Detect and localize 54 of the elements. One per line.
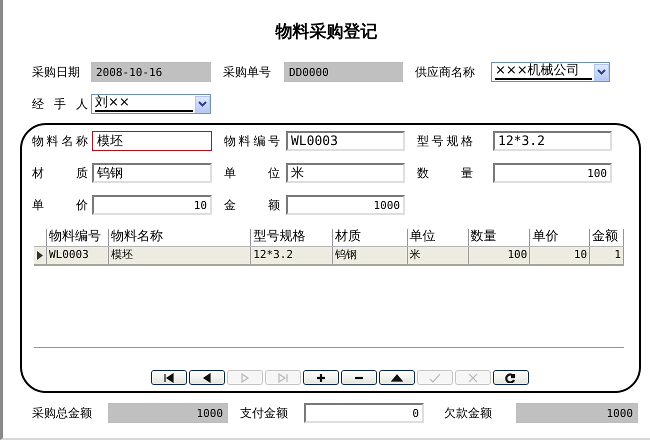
table-cell: 10	[530, 247, 590, 264]
table-cell: 模坯	[108, 247, 252, 264]
table-cell: 12*3.2	[251, 247, 333, 264]
amount-field[interactable]: 1000	[516, 403, 638, 423]
table-cell: WL0003	[46, 247, 109, 264]
next-icon	[239, 372, 251, 382]
refresh-icon	[505, 372, 517, 382]
table-cell: 1	[590, 247, 624, 264]
window-title: 物料采购登记	[274, 21, 378, 42]
field-label: 欠款金额	[444, 404, 493, 422]
text-field[interactable]: 1000	[286, 195, 405, 215]
text-field[interactable]: WL0003	[286, 131, 405, 151]
field-label: 单位	[224, 164, 280, 182]
text-field[interactable]: 100	[493, 163, 612, 183]
field-label: 金额	[224, 196, 280, 214]
insert-icon	[315, 372, 327, 382]
text-field[interactable]: 钨钢	[92, 163, 212, 183]
delete-button[interactable]	[341, 370, 377, 385]
supplier-select[interactable]: ×××机械公司	[491, 62, 610, 82]
last-icon	[277, 372, 289, 382]
field-label: 采购单号	[223, 64, 272, 80]
table-cell: 100	[468, 247, 530, 264]
text-field[interactable]: 2008-10-16	[91, 62, 211, 82]
field-label: 数量	[417, 164, 473, 182]
field-label: 单价	[32, 196, 88, 214]
text-field[interactable]: 模坯	[92, 131, 212, 151]
amount-field[interactable]: 1000	[108, 403, 228, 423]
field-label: 物料名称	[32, 132, 88, 150]
row-indicator-icon	[36, 251, 43, 260]
table-cell: 钨钢	[332, 247, 408, 264]
prior-button[interactable]	[189, 370, 225, 385]
field-label: 型号规格	[417, 132, 473, 150]
prior-icon	[201, 372, 213, 382]
text-field[interactable]: 米	[286, 163, 405, 183]
cancel-icon	[467, 372, 479, 382]
table-row[interactable]: WL0003 模坯 12*3.2 钨钢 米 100 10 1	[34, 246, 624, 266]
text-field[interactable]: 10	[92, 195, 212, 215]
refresh-button[interactable]	[493, 370, 529, 385]
first-icon	[163, 372, 175, 382]
table-cell: 米	[408, 247, 469, 264]
text-field[interactable]: DD0000	[284, 62, 403, 82]
field-label: 采购总金额	[32, 404, 93, 422]
first-button[interactable]	[151, 370, 187, 385]
field-label: 采购日期	[32, 64, 81, 80]
field-label: 经手人	[32, 96, 88, 112]
field-label: 材质	[32, 164, 88, 182]
amount-field[interactable]: 0	[304, 403, 424, 423]
field-label: 支付金额	[240, 404, 289, 422]
field-label: 物料编号	[224, 132, 280, 150]
edit-button[interactable]	[379, 370, 415, 385]
field-label: 供应商名称	[415, 64, 476, 80]
text-field[interactable]: 12*3.2	[493, 131, 612, 151]
insert-button[interactable]	[303, 370, 339, 385]
handler-select[interactable]: 刘××	[91, 94, 211, 114]
